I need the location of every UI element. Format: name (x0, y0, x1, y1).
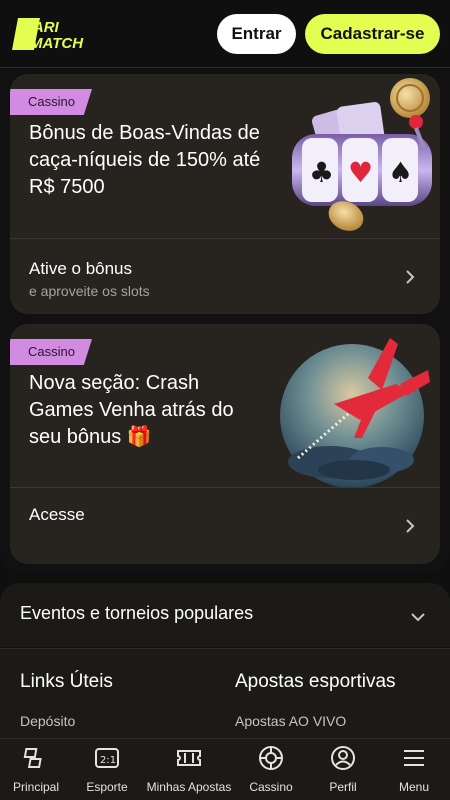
nav-menu[interactable]: Menu (388, 739, 440, 800)
category-tag: Cassino (10, 89, 92, 115)
svg-text:PARI: PARI (24, 19, 60, 36)
promo-title: Bônus de Boas-Vindas de caça-níqueis de … (29, 122, 261, 198)
promo-card-crash-games[interactable]: Cassino Nova seção: Crash Games Venha at… (10, 324, 440, 564)
sports-bets-heading: Apostas esportivas (235, 671, 396, 692)
login-button[interactable]: Entrar (217, 14, 296, 54)
home-icon (23, 748, 42, 768)
activate-bonus-row[interactable]: Ative o bônus e aproveite os slots (10, 239, 440, 314)
nav-label: Menu (398, 780, 430, 794)
slot-machine-icon: ♣ ♥ ♠ (292, 78, 432, 231)
activate-bonus-subtitle: e aproveite os slots (29, 283, 150, 299)
nav-minhas-apostas[interactable]: Minhas Apostas (142, 739, 236, 800)
roulette-icon (259, 746, 283, 770)
chevron-down-icon (411, 613, 425, 622)
svg-text:♣: ♣ (309, 156, 334, 189)
menu-icon (404, 750, 424, 766)
chevron-right-icon (406, 270, 415, 284)
useful-links-heading: Links Úteis (20, 671, 113, 692)
scoreboard-icon: 2:1 (95, 748, 119, 768)
nav-label: Principal (12, 780, 60, 794)
chevron-right-icon (406, 519, 415, 533)
promo-title: Nova seção: Crash Games Venha atrás do s… (29, 372, 234, 448)
footer-links: Links Úteis Apostas esportivas Depósito … (0, 648, 450, 740)
register-button[interactable]: Cadastrar-se (305, 14, 440, 54)
nav-label: Minhas Apostas (146, 780, 232, 794)
nav-perfil[interactable]: Perfil (316, 739, 370, 800)
bottom-navigation: Principal 2:1 Esporte Minhas Apostas Cas… (0, 738, 450, 800)
airplane-crash-icon (280, 338, 430, 488)
category-tag: Cassino (10, 339, 92, 365)
ticket-icon (177, 750, 201, 766)
page: PARI MATCH Entrar Cadastrar-se ♣ ♥ ♠ Cas… (0, 0, 450, 800)
access-row[interactable]: Acesse (10, 488, 440, 564)
promo-card-slots-bonus[interactable]: ♣ ♥ ♠ Cassino Bônus de Boas-Vindas de ca… (10, 74, 440, 314)
svg-text:MATCH: MATCH (30, 35, 84, 52)
nav-esporte[interactable]: 2:1 Esporte (80, 739, 134, 800)
live-bets-link[interactable]: Apostas AO VIVO (235, 713, 346, 729)
svg-text:♠: ♠ (388, 156, 413, 189)
nav-principal[interactable]: Principal (6, 739, 66, 800)
nav-cassino[interactable]: Cassino (244, 739, 298, 800)
deposit-link[interactable]: Depósito (20, 713, 75, 729)
nav-label: Cassino (249, 780, 293, 794)
nav-label: Esporte (86, 780, 128, 794)
nav-label: Perfil (329, 780, 357, 794)
activate-bonus-label: Ative o bônus (29, 259, 133, 278)
svg-text:2:1: 2:1 (100, 755, 116, 766)
user-icon (331, 746, 355, 770)
popular-events-title: Eventos e torneios populares (20, 603, 254, 623)
popular-events-toggle[interactable]: Eventos e torneios populares (0, 583, 450, 647)
svg-text:♥: ♥ (348, 156, 373, 189)
parimatch-logo[interactable]: PARI MATCH (10, 16, 110, 52)
top-header: PARI MATCH Entrar Cadastrar-se (0, 0, 450, 68)
access-label: Acesse (29, 505, 85, 524)
